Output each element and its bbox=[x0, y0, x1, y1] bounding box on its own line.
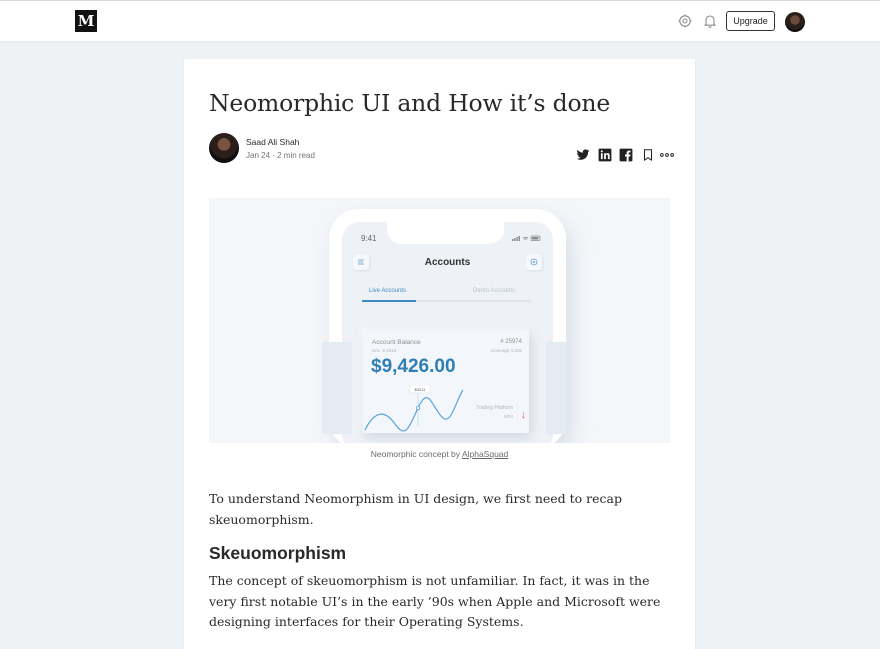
side-card-right bbox=[546, 342, 566, 434]
section-heading: Skeuomorphism bbox=[209, 543, 347, 563]
tab-underline-active bbox=[362, 300, 416, 302]
settings-icon[interactable] bbox=[677, 13, 693, 29]
status-icons bbox=[512, 235, 541, 241]
caption-link[interactable]: AlphaSquad bbox=[462, 449, 508, 459]
balance-amount: $9,426.00 bbox=[371, 356, 456, 377]
side-card-left bbox=[322, 342, 352, 434]
section-paragraph: The concept of skeuomorphism is not unfa… bbox=[209, 573, 661, 629]
caption-text: Neomorphic concept by bbox=[370, 449, 462, 459]
account-id: # 25974 bbox=[500, 339, 522, 345]
article-image: 9:41 Accounts Live Accounts Demo Account… bbox=[209, 198, 670, 443]
balance-card: Account Balance Dec. 6 2019 # 25974 Leve… bbox=[363, 331, 529, 433]
leverage: Leverage 1:250 bbox=[490, 348, 522, 353]
tab-demo-accounts: Demo Accounts bbox=[473, 288, 516, 294]
tab-live-accounts: Live Accounts bbox=[369, 288, 407, 294]
facebook-icon[interactable] bbox=[619, 148, 633, 162]
article-meta: Jan 24 · 2 min read bbox=[246, 151, 315, 160]
platform-label: Trading Platform bbox=[476, 405, 513, 411]
article-card: Neomorphic UI and How it’s done Saad Ali… bbox=[184, 59, 695, 649]
image-caption: Neomorphic concept by AlphaSquad bbox=[184, 449, 695, 459]
upgrade-button[interactable]: Upgrade bbox=[726, 11, 775, 31]
status-time: 9:41 bbox=[361, 234, 377, 243]
platform-name: MT4 bbox=[504, 414, 513, 419]
down-arrow-icon: ↓ bbox=[520, 409, 527, 421]
balance-label: Account Balance bbox=[372, 339, 421, 346]
balance-date: Dec. 6 2019 bbox=[372, 348, 397, 353]
bell-icon[interactable] bbox=[702, 13, 718, 29]
intro-paragraph: To understand Neomorphism in UI design, … bbox=[209, 491, 623, 527]
twitter-icon[interactable] bbox=[576, 148, 590, 162]
phone-screen: 9:41 Accounts Live Accounts Demo Account… bbox=[322, 222, 566, 443]
top-navigation-bar: M Upgrade bbox=[0, 0, 880, 41]
phone-notch bbox=[387, 222, 504, 244]
chart-tag: $3211 bbox=[415, 387, 427, 392]
linkedin-icon[interactable] bbox=[598, 148, 612, 162]
author-avatar[interactable] bbox=[209, 133, 239, 163]
phone-mockup: 9:41 Accounts Live Accounts Demo Account… bbox=[322, 209, 566, 443]
bookmark-icon[interactable] bbox=[641, 148, 655, 162]
more-icon[interactable] bbox=[659, 148, 675, 162]
medium-logo[interactable]: M bbox=[75, 10, 97, 32]
screen-title: Accounts bbox=[424, 257, 471, 268]
user-avatar[interactable] bbox=[785, 12, 805, 32]
article-title: Neomorphic UI and How it’s done bbox=[209, 89, 611, 117]
author-name[interactable]: Saad Ali Shah bbox=[246, 137, 299, 147]
